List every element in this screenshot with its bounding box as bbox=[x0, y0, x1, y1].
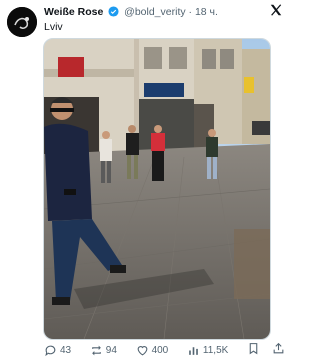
x-logo-icon[interactable] bbox=[268, 3, 284, 19]
views-count: 11,5K bbox=[202, 344, 229, 356]
author-name[interactable]: Weiße Rose bbox=[44, 6, 103, 18]
tweet-media-image[interactable] bbox=[43, 38, 271, 340]
repost-button[interactable]: 94 bbox=[90, 344, 117, 357]
avatar[interactable] bbox=[7, 7, 37, 37]
tweet-text: Lviv bbox=[44, 21, 63, 33]
reply-icon bbox=[44, 344, 57, 357]
reply-button[interactable]: 43 bbox=[44, 344, 71, 357]
repost-icon bbox=[90, 344, 103, 357]
share-icon[interactable] bbox=[272, 342, 285, 358]
separator: · bbox=[188, 6, 193, 18]
time-ago[interactable]: 18 ч. bbox=[195, 6, 218, 18]
views-icon bbox=[187, 344, 200, 357]
bookmark-icon[interactable] bbox=[247, 342, 260, 358]
like-button[interactable]: 400 bbox=[136, 344, 169, 357]
like-count: 400 bbox=[151, 344, 169, 356]
verified-badge-icon bbox=[108, 6, 119, 21]
author-handle[interactable]: @bold_verity bbox=[124, 6, 185, 18]
repost-count: 94 bbox=[105, 344, 117, 356]
views-button[interactable]: 11,5K bbox=[187, 344, 228, 357]
reply-count: 43 bbox=[60, 344, 72, 356]
tweet-header: Weiße Rose @bold_verity · 18 ч. bbox=[44, 5, 267, 19]
like-icon bbox=[136, 344, 149, 357]
tweet-actions: 43 94 400 11,5K bbox=[44, 342, 285, 358]
